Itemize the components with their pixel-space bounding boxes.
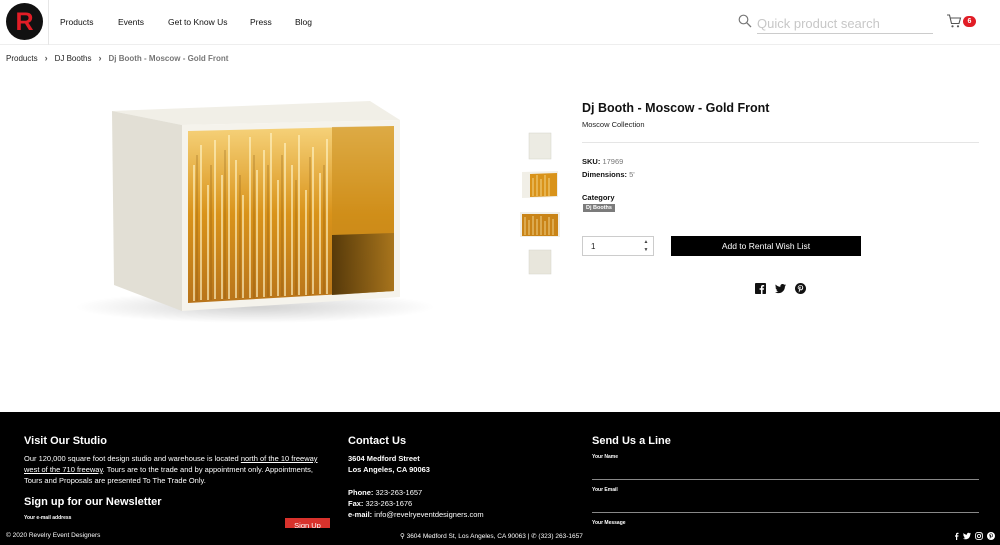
- studio-text-1: Our 120,000 square foot design studio an…: [24, 454, 241, 463]
- nav-get-to-know-us[interactable]: Get to Know Us: [168, 17, 228, 27]
- header-divider: [48, 0, 49, 45]
- contact-address-line2: Los Angeles, CA 90063: [348, 465, 430, 474]
- stepper-up-icon[interactable]: ▲: [640, 238, 652, 246]
- logo-letter: R: [15, 8, 34, 36]
- product-dimensions: Dimensions: 5': [582, 170, 635, 179]
- twitter-icon[interactable]: [775, 283, 786, 294]
- nav-products[interactable]: Products: [60, 17, 94, 27]
- details-divider: [582, 142, 979, 143]
- email-link[interactable]: info@revelryeventdesigners.com: [374, 510, 483, 519]
- phone-icon: ✆: [531, 533, 537, 540]
- breadcrumb: Products › DJ Booths › Dj Booth - Moscow…: [6, 53, 228, 63]
- newsletter-email-label: Your e-mail address: [24, 515, 72, 521]
- search-input[interactable]: [757, 14, 933, 34]
- email-label: e-mail:: [348, 510, 373, 519]
- thumbnail-gold-angle[interactable]: [520, 169, 560, 199]
- breadcrumb-current: Dj Booth - Moscow - Gold Front: [108, 53, 229, 63]
- twitter-icon[interactable]: [963, 532, 971, 540]
- category-badge[interactable]: Dj Booths: [583, 204, 615, 212]
- message-field-label: Your Message: [592, 520, 626, 526]
- product-collection: Moscow Collection: [582, 120, 645, 129]
- fax-label: Fax:: [348, 499, 364, 508]
- site-footer: Visit Our Studio Our 120,000 square foot…: [0, 412, 1000, 545]
- contact-fax: Fax: 323-263-1676: [348, 498, 412, 509]
- breadcrumb-products[interactable]: Products: [6, 54, 38, 63]
- cart-count-badge[interactable]: 6: [963, 16, 976, 27]
- contact-address-line1: 3604 Medford Street: [348, 454, 420, 463]
- newsletter-heading: Sign up for our Newsletter: [24, 496, 162, 508]
- name-field-label: Your Name: [592, 454, 619, 460]
- category-label: Category: [582, 193, 615, 202]
- nav-blog[interactable]: Blog: [295, 17, 312, 27]
- dimensions-value: 5': [629, 170, 635, 179]
- pinterest-icon[interactable]: [987, 532, 995, 540]
- studio-description: Our 120,000 square foot design studio an…: [24, 453, 324, 486]
- pinterest-icon[interactable]: [795, 283, 806, 294]
- phone-label: Phone:: [348, 488, 374, 497]
- cart-icon[interactable]: [946, 13, 962, 29]
- contact-email: e-mail: info@revelryeventdesigners.com: [348, 509, 484, 520]
- send-line-heading: Send Us a Line: [592, 435, 671, 447]
- dimensions-label: Dimensions:: [582, 170, 628, 179]
- sku-value: 17969: [602, 157, 624, 166]
- nav-press[interactable]: Press: [250, 17, 272, 27]
- footer-address-text: 3604 Medford St, Los Angeles, CA 90063 |: [406, 533, 532, 540]
- thumbnail-white[interactable]: [520, 131, 560, 161]
- facebook-icon[interactable]: [952, 532, 960, 540]
- footer-phone-text[interactable]: (323) 263-1657: [538, 533, 582, 540]
- name-field[interactable]: [592, 479, 979, 480]
- map-pin-icon: ⚲: [400, 533, 405, 540]
- fax-value: 323-263-1676: [365, 499, 413, 508]
- site-header: R Products Events Get to Know Us Press B…: [0, 0, 1000, 45]
- email-field[interactable]: [592, 512, 979, 513]
- phone-value[interactable]: 323-263-1657: [376, 488, 423, 497]
- footer-bottom-bar: © 2020 Revelry Event Designers ⚲ 3604 Me…: [0, 528, 1000, 545]
- chevron-right-icon: ›: [44, 53, 48, 63]
- studio-heading: Visit Our Studio: [24, 435, 107, 447]
- add-to-wish-list-button[interactable]: Add to Rental Wish List: [671, 236, 861, 256]
- contact-heading: Contact Us: [348, 435, 407, 447]
- product-title: Dj Booth - Moscow - Gold Front: [582, 101, 770, 115]
- chevron-right-icon: ›: [98, 53, 102, 63]
- copyright: © 2020 Revelry Event Designers: [6, 532, 101, 539]
- contact-phone: Phone: 323-263-1657: [348, 487, 422, 498]
- footer-address: ⚲ 3604 Medford St, Los Angeles, CA 90063…: [400, 532, 583, 540]
- email-field-label: Your Email: [592, 487, 618, 493]
- sku-label: SKU:: [582, 157, 601, 166]
- nav-events[interactable]: Events: [118, 17, 144, 27]
- breadcrumb-dj-booths[interactable]: DJ Booths: [55, 54, 92, 63]
- logo[interactable]: R: [6, 3, 43, 40]
- thumbnail-gold-front[interactable]: [520, 209, 560, 239]
- thumbnail-white-back[interactable]: [520, 247, 560, 277]
- instagram-icon[interactable]: [975, 532, 983, 540]
- product-main-image[interactable]: [70, 95, 440, 325]
- product-sku: SKU: 17969: [582, 157, 623, 166]
- facebook-icon[interactable]: [755, 283, 766, 294]
- quantity-stepper[interactable]: ▲ ▼: [640, 238, 652, 254]
- search-icon[interactable]: [738, 14, 752, 28]
- stepper-down-icon[interactable]: ▼: [640, 246, 652, 254]
